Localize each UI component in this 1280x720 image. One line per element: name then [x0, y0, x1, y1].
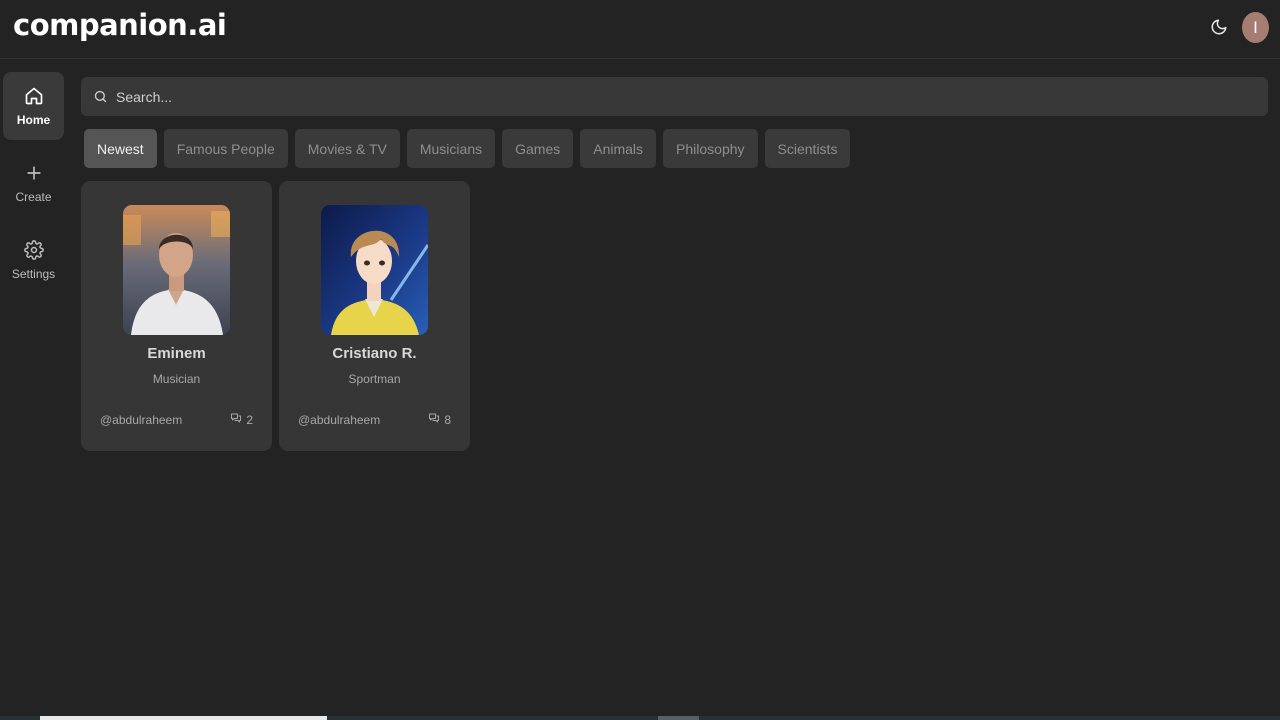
gear-icon — [23, 239, 44, 260]
category-chip-animals[interactable]: Animals — [580, 129, 657, 168]
companion-name: Cristiano R. — [332, 345, 417, 362]
search-icon — [93, 89, 108, 104]
theme-toggle-button[interactable] — [1205, 15, 1233, 43]
sidebar: Home Create Settings — [0, 60, 72, 720]
companion-author: @abdulraheem — [298, 412, 381, 427]
category-list: Newest Famous People Movies & TV Musicia… — [84, 129, 851, 168]
horizontal-scrollbar-thumb[interactable] — [40, 716, 327, 720]
category-chip-games[interactable]: Games — [502, 129, 574, 168]
message-count-value: 2 — [246, 412, 253, 427]
top-bar: companion.ai I — [0, 0, 1280, 59]
plus-icon — [24, 163, 44, 183]
category-chip-movies-tv[interactable]: Movies & TV — [294, 129, 400, 168]
home-icon — [24, 86, 44, 106]
card-footer: @abdulraheem 2 — [100, 412, 253, 427]
sidebar-item-label: Create — [15, 189, 52, 204]
companion-description: Sportman — [348, 372, 401, 386]
companion-grid: Eminem Musician @abdulraheem 2 Cristiano… — [81, 181, 470, 451]
user-avatar[interactable]: I — [1242, 12, 1269, 43]
companion-description: Musician — [152, 372, 201, 386]
sidebar-item-label: Settings — [11, 266, 56, 281]
message-count: 2 — [230, 412, 253, 427]
card-footer: @abdulraheem 8 — [298, 412, 451, 427]
sidebar-item-settings[interactable]: Settings — [3, 226, 64, 294]
companion-card[interactable]: Cristiano R. Sportman @abdulraheem 8 — [279, 181, 470, 451]
companion-name: Eminem — [147, 345, 206, 362]
sidebar-item-create[interactable]: Create — [3, 149, 64, 217]
companion-card[interactable]: Eminem Musician @abdulraheem 2 — [81, 181, 272, 451]
messages-icon — [230, 412, 242, 427]
category-chip-scientists[interactable]: Scientists — [764, 129, 851, 168]
search-bar[interactable] — [81, 77, 1268, 116]
sidebar-item-home[interactable]: Home — [3, 72, 64, 140]
app-logo[interactable]: companion.ai — [13, 8, 227, 42]
messages-icon — [428, 412, 440, 427]
message-count-value: 8 — [444, 412, 451, 427]
category-chip-philosophy[interactable]: Philosophy — [663, 129, 758, 168]
category-chip-musicians[interactable]: Musicians — [406, 129, 496, 168]
search-input[interactable] — [116, 77, 1268, 116]
moon-icon — [1210, 18, 1228, 41]
sidebar-item-label: Home — [16, 112, 51, 127]
horizontal-scrollbar-marker — [658, 716, 699, 720]
message-count: 8 — [428, 412, 451, 427]
companion-image — [321, 205, 428, 335]
category-chip-newest[interactable]: Newest — [84, 129, 157, 168]
companion-image — [123, 205, 230, 335]
category-chip-famous-people[interactable]: Famous People — [163, 129, 288, 168]
companion-author: @abdulraheem — [100, 412, 183, 427]
